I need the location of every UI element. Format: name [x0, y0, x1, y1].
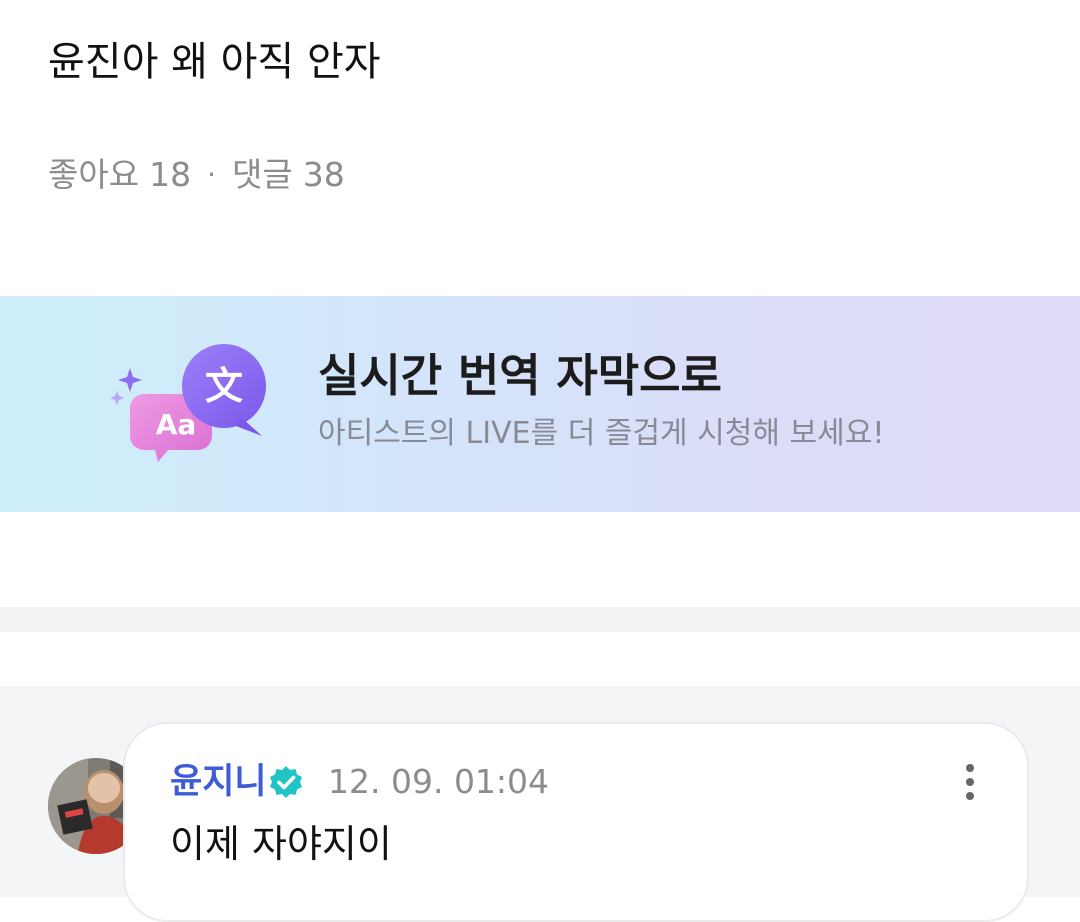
likes-label[interactable]: 좋아요	[48, 152, 139, 198]
source-glyph: Aa	[156, 408, 197, 441]
verified-badge-icon	[270, 766, 302, 798]
comments-count[interactable]: 38	[303, 152, 345, 198]
post-meta: 좋아요 18 · 댓글 38	[48, 152, 345, 198]
comment-author[interactable]: 윤지니	[170, 760, 267, 804]
section-divider	[0, 607, 1080, 632]
comment-text: 이제 자야지이	[170, 822, 392, 866]
post-title: 윤진아 왜 아직 안자	[48, 39, 381, 85]
comments-label[interactable]: 댓글	[232, 152, 293, 198]
likes-count[interactable]: 18	[149, 152, 191, 198]
banner-subtitle: 아티스트의 LIVE를 더 즐겁게 시청해 보세요!	[318, 416, 885, 451]
banner-title: 실시간 번역 자막으로	[318, 349, 722, 402]
translate-icon: 文 Aa	[110, 344, 266, 462]
comment-time: 12. 09. 01:04	[328, 762, 550, 801]
translation-banner[interactable]: 文 Aa 실시간 번역 자막으로 아티스트의 LIVE를 더 즐겁게 시청해 보…	[0, 296, 1080, 512]
more-options-icon[interactable]	[950, 760, 990, 804]
translated-glyph: 文	[205, 364, 243, 408]
meta-separator: ·	[207, 158, 216, 191]
